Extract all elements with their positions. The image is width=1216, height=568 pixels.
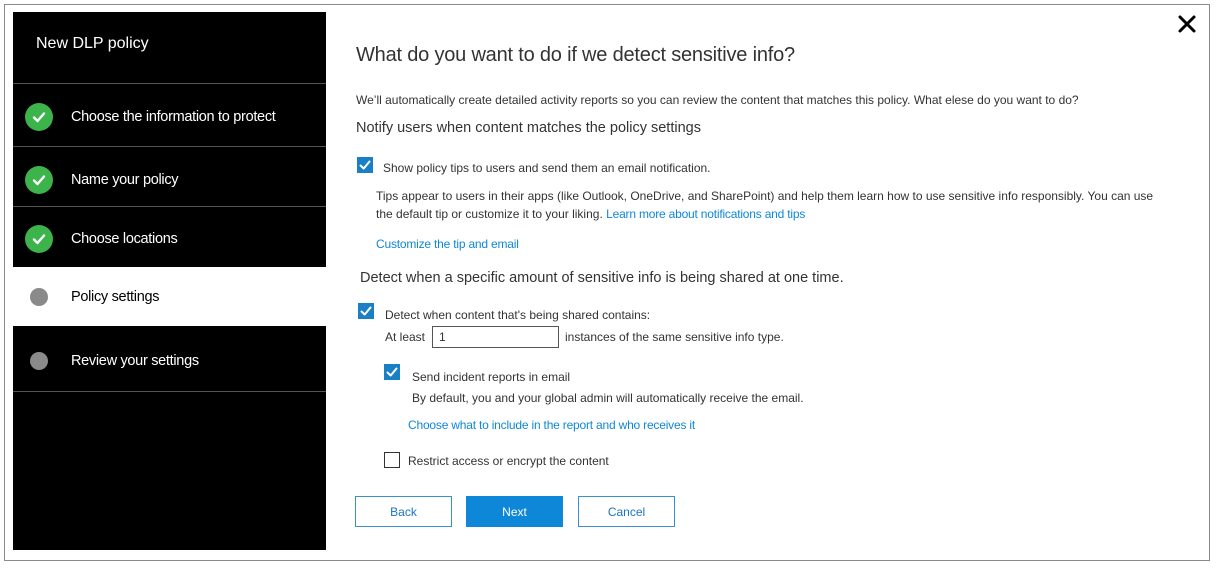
checkmark-icon — [386, 367, 398, 377]
step-label: Choose locations — [71, 231, 178, 247]
customize-tip-link[interactable]: Customize the tip and email — [376, 237, 519, 251]
step-name-policy[interactable]: Name your policy — [13, 150, 326, 210]
step-choose-information[interactable]: Choose the information to protect — [13, 87, 326, 147]
instance-count-input[interactable] — [432, 326, 559, 348]
page-title: What do you want to do if we detect sens… — [356, 44, 795, 66]
step-review-settings[interactable]: Review your settings — [13, 331, 326, 391]
report-options-link[interactable]: Choose what to include in the report and… — [408, 418, 695, 432]
step-label: Choose the information to protect — [71, 109, 276, 125]
sidebar-title: New DLP policy — [36, 35, 149, 52]
incident-reports-label: Send incident reports in email — [412, 370, 571, 384]
notify-heading: Notify users when content matches the po… — [356, 120, 701, 136]
sidebar-divider — [13, 206, 326, 207]
checkmark-icon — [360, 306, 372, 316]
cancel-button[interactable]: Cancel — [578, 496, 675, 527]
step-policy-settings[interactable]: Policy settings — [13, 267, 326, 326]
detect-content-label: Detect when content that's being shared … — [385, 308, 651, 322]
policy-tips-description-2: the default tip or customize it to your … — [376, 207, 805, 221]
next-button[interactable]: Next — [466, 496, 563, 527]
step-label: Policy settings — [71, 288, 160, 305]
step-choose-locations[interactable]: Choose locations — [13, 209, 326, 269]
incident-reports-description: By default, you and your global admin wi… — [412, 391, 804, 405]
checkmark-icon — [359, 160, 371, 170]
detect-content-checkbox[interactable] — [358, 303, 374, 319]
close-button[interactable] — [1176, 13, 1198, 35]
close-icon — [1178, 15, 1196, 33]
checkmark-icon — [25, 166, 53, 194]
restrict-access-checkbox[interactable] — [384, 452, 400, 468]
checkmark-icon — [25, 103, 53, 131]
checkmark-icon — [25, 225, 53, 253]
wizard-sidebar: New DLP policy Choose the information to… — [13, 12, 326, 550]
policy-tips-description: Tips appear to users in their apps (like… — [376, 189, 1154, 203]
instances-label: instances of the same sensitive info typ… — [565, 330, 784, 344]
restrict-access-label: Restrict access or encrypt the content — [408, 454, 609, 468]
back-button[interactable]: Back — [355, 496, 452, 527]
sidebar-divider — [13, 146, 326, 147]
sidebar-divider — [13, 83, 326, 84]
step-dot-icon — [30, 287, 48, 306]
policy-tips-description-text: the default tip or customize it to your … — [376, 207, 603, 221]
incident-reports-checkbox[interactable] — [384, 364, 400, 380]
learn-more-link[interactable]: Learn more about notifications and tips — [606, 207, 805, 221]
intro-text: We’ll automatically create detailed acti… — [356, 93, 1079, 107]
detect-heading: Detect when a specific amount of sensiti… — [360, 270, 844, 286]
step-dot-icon — [30, 352, 48, 370]
sidebar-divider — [13, 391, 326, 392]
step-label: Review your settings — [71, 353, 199, 369]
policy-tips-checkbox[interactable] — [357, 157, 373, 173]
at-least-label: At least — [385, 330, 426, 344]
policy-tips-label: Show policy tips to users and send them … — [383, 161, 711, 175]
step-label: Name your policy — [71, 172, 179, 188]
